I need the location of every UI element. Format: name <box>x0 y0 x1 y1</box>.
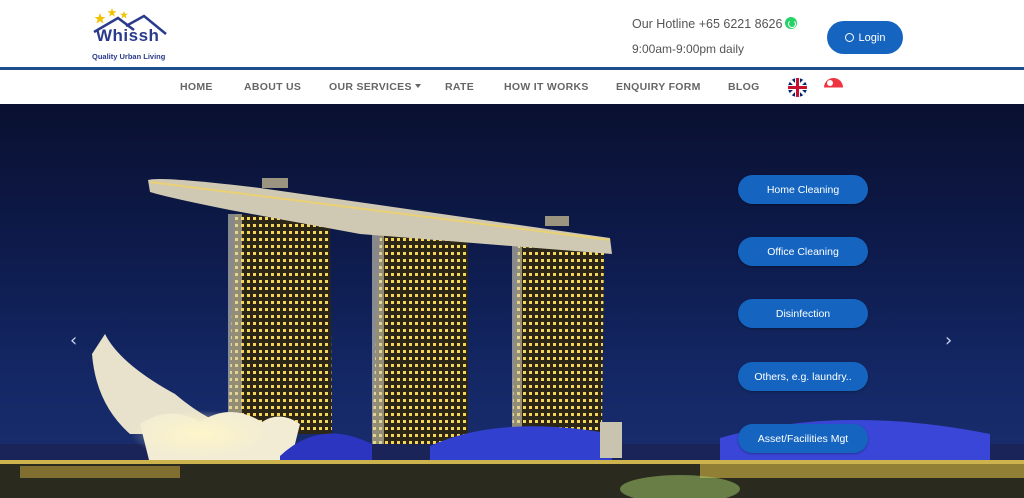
nav-our-services[interactable]: OUR SERVICES <box>329 81 421 93</box>
nav-rate[interactable]: RATE <box>445 81 474 93</box>
service-others-button[interactable]: Others, e.g. laundry.. <box>738 362 868 391</box>
login-label: Login <box>858 31 886 44</box>
nav-how-it-works[interactable]: HOW IT WORKS <box>504 81 589 93</box>
opening-hours: 9:00am-9:00pm daily <box>632 42 745 56</box>
service-asset-facilities-button[interactable]: Asset/Facilities Mgt <box>738 424 868 453</box>
logo-tagline: Quality Urban Living <box>92 52 166 61</box>
service-disinfection-button[interactable]: Disinfection <box>738 299 868 328</box>
brand-logo[interactable]: Whissh Quality Urban Living <box>90 8 170 62</box>
hotline-text: Our Hotline +65 6221 8626 <box>632 17 783 31</box>
main-nav: HOME ABOUT US OUR SERVICES RATE HOW IT W… <box>0 70 1024 104</box>
nav-our-services-label: OUR SERVICES <box>329 81 412 93</box>
nav-about-us[interactable]: ABOUT US <box>244 81 301 93</box>
uk-flag-icon[interactable] <box>788 78 807 97</box>
user-icon <box>844 33 854 42</box>
service-home-cleaning-button[interactable]: Home Cleaning <box>738 175 868 204</box>
whatsapp-icon[interactable] <box>785 17 798 29</box>
chevron-down-icon <box>414 84 421 88</box>
service-office-cleaning-button[interactable]: Office Cleaning <box>738 237 868 266</box>
nav-enquiry-form[interactable]: ENQUIRY FORM <box>616 81 701 93</box>
nav-blog[interactable]: BLOG <box>728 81 760 93</box>
hero-image <box>0 178 1024 498</box>
slider-next-icon[interactable]: › <box>945 330 952 351</box>
hotline[interactable]: Our Hotline +65 6221 8626 <box>632 17 798 31</box>
login-button[interactable]: Login <box>827 21 903 54</box>
nav-home[interactable]: HOME <box>180 81 213 93</box>
logo-wordmark: Whissh <box>96 26 160 45</box>
hero-slider: ‹ › Home Cleaning Office Cleaning Disinf… <box>0 104 1024 498</box>
slider-prev-icon[interactable]: ‹ <box>70 330 77 351</box>
site-header: Whissh Quality Urban Living Our Hotline … <box>0 0 1024 68</box>
singapore-flag-icon[interactable] <box>824 78 843 97</box>
